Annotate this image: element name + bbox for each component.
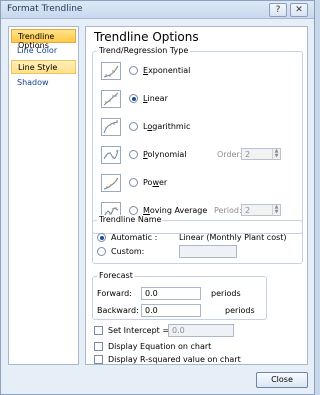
automatic-name-value: Linear (Monthly Plant cost) bbox=[179, 233, 287, 242]
order-spin-arrows-icon[interactable]: ▲ ▼ bbox=[272, 149, 280, 159]
order-value: 2 bbox=[245, 150, 251, 159]
close-button[interactable]: Close bbox=[256, 372, 308, 388]
sidebar-item-trendline-options[interactable]: Trendline Options bbox=[11, 29, 76, 50]
sidebar-item-line-style[interactable]: Line Style bbox=[11, 60, 76, 74]
forecast-label: Forecast bbox=[97, 271, 135, 280]
power-radio[interactable] bbox=[129, 178, 138, 187]
intercept-input[interactable]: 0.0 bbox=[168, 324, 234, 337]
backward-unit: periods bbox=[225, 306, 255, 315]
polynomial-label: Polynomial bbox=[143, 150, 187, 159]
regression-type-group: Trend/Regression Type Exponential Linear… bbox=[92, 46, 303, 234]
forward-input[interactable]: 0.0 bbox=[141, 287, 201, 300]
logarithmic-trend-icon bbox=[101, 118, 121, 136]
sidebar-item-shadow[interactable]: Shadow bbox=[11, 76, 76, 90]
logarithmic-label: Logarithmic bbox=[143, 122, 191, 131]
automatic-label: Automatic : bbox=[111, 233, 158, 242]
trendline-name-group: Trendline Name Automatic : Linear (Month… bbox=[92, 215, 303, 264]
exponential-label: Exponential bbox=[143, 66, 191, 75]
display-r-squared-label: Display R-squared value on chart bbox=[108, 355, 241, 364]
display-r-squared-checkbox[interactable] bbox=[94, 355, 103, 364]
trendline-name-label: Trendline Name bbox=[97, 215, 164, 224]
regression-type-label: Trend/Regression Type bbox=[97, 46, 191, 55]
polynomial-radio[interactable] bbox=[129, 150, 138, 159]
order-stepper[interactable]: 2 ▲ ▼ bbox=[241, 148, 281, 160]
forecast-group: Forecast Forward: 0.0 periods Backward: … bbox=[92, 271, 267, 320]
power-trend-icon bbox=[101, 174, 121, 192]
custom-name-input[interactable] bbox=[179, 245, 237, 258]
forward-unit: periods bbox=[211, 289, 241, 298]
help-button[interactable]: ? bbox=[269, 3, 287, 17]
backward-label: Backward: bbox=[97, 306, 139, 315]
period-stepper[interactable]: 2 ▲ ▼ bbox=[241, 204, 281, 216]
automatic-radio[interactable] bbox=[97, 233, 106, 242]
options-panel: Trendline Options Trend/Regression Type … bbox=[85, 26, 308, 365]
set-intercept-checkbox[interactable] bbox=[94, 326, 103, 335]
logarithmic-radio[interactable] bbox=[129, 122, 138, 131]
polynomial-trend-icon bbox=[101, 146, 121, 164]
linear-radio[interactable] bbox=[129, 94, 138, 103]
window-title: Format Trendline bbox=[7, 4, 83, 14]
title-bar: Format Trendline ? ✕ bbox=[1, 1, 314, 19]
format-trendline-dialog: Format Trendline ? ✕ Trendline Options L… bbox=[0, 0, 315, 395]
display-equation-checkbox[interactable] bbox=[94, 342, 103, 351]
period-label: Period: bbox=[214, 206, 242, 215]
custom-radio[interactable] bbox=[97, 247, 106, 256]
custom-label: Custom: bbox=[111, 247, 145, 256]
backward-input[interactable]: 0.0 bbox=[141, 304, 201, 317]
exponential-radio[interactable] bbox=[129, 66, 138, 75]
period-spin-arrows-icon[interactable]: ▲ ▼ bbox=[272, 205, 280, 215]
order-label: Order: bbox=[217, 150, 243, 159]
moving-average-label: Moving Average bbox=[143, 206, 208, 215]
moving-average-radio[interactable] bbox=[129, 206, 138, 215]
sidebar: Trendline Options Line Color Line Style … bbox=[8, 26, 79, 365]
set-intercept-label: Set Intercept = bbox=[108, 326, 170, 335]
panel-title: Trendline Options bbox=[94, 30, 199, 44]
linear-trend-icon bbox=[101, 90, 121, 108]
exponential-trend-icon bbox=[101, 62, 121, 80]
display-equation-label: Display Equation on chart bbox=[108, 342, 212, 351]
period-value: 2 bbox=[245, 206, 251, 215]
forward-label: Forward: bbox=[97, 289, 132, 298]
sidebar-item-line-color[interactable]: Line Color bbox=[11, 44, 76, 58]
power-label: Power bbox=[143, 178, 168, 187]
linear-label: Linear bbox=[143, 94, 168, 103]
window-close-button[interactable]: ✕ bbox=[290, 3, 308, 17]
